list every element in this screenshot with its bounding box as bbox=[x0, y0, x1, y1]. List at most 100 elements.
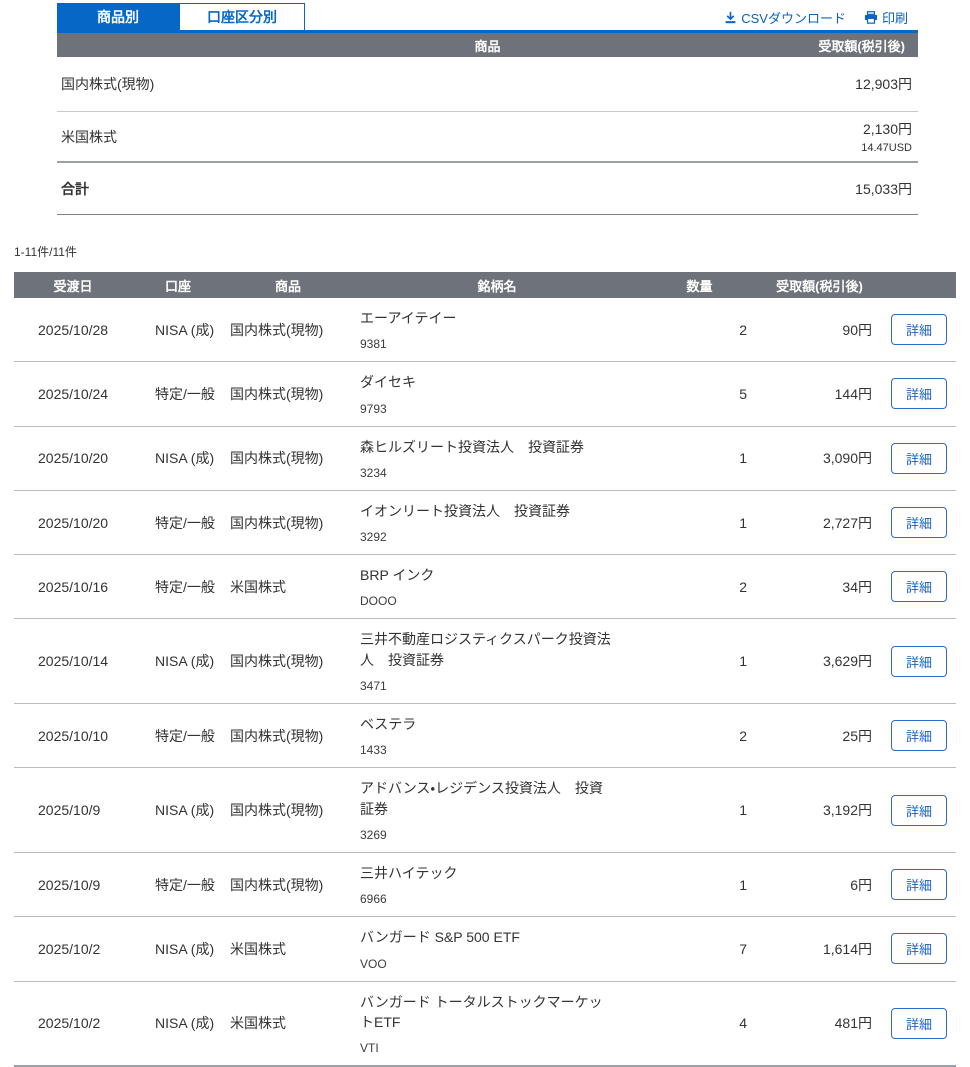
security-code: 3234 bbox=[360, 465, 387, 480]
amount-received: 144円 bbox=[757, 361, 882, 427]
security-code: VTI bbox=[360, 1041, 379, 1056]
tab-bar: 商品別 口座区分別 CSVダウンロード 印刷 bbox=[57, 3, 918, 33]
security-cell: エーアイテイー 9381 bbox=[352, 298, 642, 363]
table-header-row: 受渡日 口座 商品 銘柄名 数量 受取額(税引後) bbox=[14, 272, 956, 298]
summary-row-us: 米国株式 2,130円 14.47USD bbox=[57, 112, 918, 163]
product-type: 国内株式(現物) bbox=[224, 767, 352, 853]
header-account: 口座 bbox=[132, 272, 224, 298]
security-name: アドバンス・レジデンス投資法人 投資証券 bbox=[360, 780, 603, 817]
detail-button[interactable]: 詳細 bbox=[890, 645, 947, 677]
summary-product-name: 国内株式(現物) bbox=[61, 76, 155, 92]
summary-row-domestic: 国内株式(現物) 12,903円 bbox=[57, 57, 918, 112]
detail-button[interactable]: 詳細 bbox=[890, 720, 947, 752]
detail-cell: 詳細 bbox=[882, 298, 956, 363]
quantity: 2 bbox=[642, 703, 757, 769]
detail-button[interactable]: 詳細 bbox=[890, 933, 947, 965]
product-type: 国内株式(現物) bbox=[224, 703, 352, 769]
security-cell: 三井不動産ロジスティクスパーク投資法人 投資証券 3471 bbox=[352, 618, 642, 705]
settlement-date: 2025/10/2 bbox=[14, 916, 132, 982]
detail-button[interactable]: 詳細 bbox=[890, 378, 947, 410]
security-code: DOOO bbox=[360, 594, 397, 609]
amount-received: 90円 bbox=[757, 298, 882, 363]
security-code: 9793 bbox=[360, 401, 387, 416]
account-type: NISA (成) bbox=[132, 618, 224, 705]
summary-table-header: 商品 受取額(税引後) bbox=[57, 33, 918, 57]
detail-button[interactable]: 詳細 bbox=[890, 869, 947, 901]
table-row: 2025/10/2 NISA (成) 米国株式 バンガード S&P 500 ET… bbox=[14, 916, 956, 982]
detail-button[interactable]: 詳細 bbox=[890, 442, 947, 474]
detail-button[interactable]: 詳細 bbox=[890, 571, 947, 603]
summary-row-total: 合計 15,033円 bbox=[57, 163, 918, 215]
detail-button[interactable]: 詳細 bbox=[890, 1007, 947, 1039]
summary-product-name: 米国株式 bbox=[61, 128, 117, 145]
settlement-date: 2025/10/2 bbox=[14, 981, 132, 1067]
amount-received: 481円 bbox=[757, 981, 882, 1067]
detail-cell: 詳細 bbox=[882, 703, 956, 769]
header-settlement-date: 受渡日 bbox=[14, 272, 132, 298]
detail-cell: 詳細 bbox=[882, 618, 956, 705]
table-row: 2025/10/16 特定/一般 米国株式 BRP インク DOOO 2 34円… bbox=[14, 554, 956, 620]
detail-cell: 詳細 bbox=[882, 916, 956, 982]
security-code: 9381 bbox=[360, 337, 387, 352]
quantity: 7 bbox=[642, 916, 757, 982]
security-cell: ベステラ 1433 bbox=[352, 703, 642, 769]
settlement-date: 2025/10/10 bbox=[14, 703, 132, 769]
printer-icon bbox=[864, 11, 878, 24]
account-type: 特定/一般 bbox=[132, 703, 224, 769]
account-type: 特定/一般 bbox=[132, 361, 224, 427]
security-name: エーアイテイー bbox=[360, 310, 457, 326]
header-product: 商品 bbox=[224, 272, 352, 298]
security-code: VOO bbox=[360, 956, 387, 971]
summary-header-product: 商品 bbox=[474, 38, 501, 54]
amount-received: 25円 bbox=[757, 703, 882, 769]
settlement-date: 2025/10/28 bbox=[14, 298, 132, 363]
quantity: 1 bbox=[642, 767, 757, 853]
detail-button[interactable]: 詳細 bbox=[890, 507, 947, 539]
csv-download-link[interactable]: CSVダウンロード bbox=[724, 8, 846, 27]
dividend-history-table: 受渡日 口座 商品 銘柄名 数量 受取額(税引後) 2025/10/28 NIS… bbox=[14, 272, 956, 1067]
security-code: 3269 bbox=[360, 827, 387, 842]
security-name: バンガード トータルストックマーケットETF bbox=[360, 993, 603, 1030]
tab-by-product[interactable]: 商品別 bbox=[57, 3, 179, 30]
quantity: 1 bbox=[642, 426, 757, 491]
record-count: 1-11件/11件 bbox=[14, 245, 77, 259]
amount-received: 3,629円 bbox=[757, 618, 882, 705]
summary-amount: 12,903円 bbox=[855, 76, 912, 92]
summary-amount-stack: 2,130円 14.47USD bbox=[861, 119, 912, 154]
summary-amount: 2,130円 bbox=[862, 121, 912, 137]
account-type: NISA (成) bbox=[132, 916, 224, 982]
account-type: NISA (成) bbox=[132, 767, 224, 853]
total-amount: 15,033円 bbox=[855, 180, 912, 197]
summary-amount-usd: 14.47USD bbox=[861, 142, 912, 154]
detail-button[interactable]: 詳細 bbox=[890, 794, 947, 826]
security-cell: アドバンス・レジデンス投資法人 投資証券 3269 bbox=[352, 767, 642, 853]
account-type: NISA (成) bbox=[132, 426, 224, 491]
table-row: 2025/10/10 特定/一般 国内株式(現物) ベステラ 1433 2 25… bbox=[14, 703, 956, 769]
tab-by-account-type[interactable]: 口座区分別 bbox=[179, 3, 305, 30]
summary-panel: 商品別 口座区分別 CSVダウンロード 印刷 商品 受取額(税引後) 国内株式(… bbox=[57, 3, 918, 215]
table-row: 2025/10/28 NISA (成) 国内株式(現物) エーアイテイー 938… bbox=[14, 298, 956, 363]
settlement-date: 2025/10/9 bbox=[14, 852, 132, 918]
security-cell: BRP インク DOOO bbox=[352, 554, 642, 620]
product-type: 国内株式(現物) bbox=[224, 618, 352, 705]
summary-header-amount: 受取額(税引後) bbox=[818, 38, 905, 54]
table-row: 2025/10/14 NISA (成) 国内株式(現物) 三井不動産ロジスティク… bbox=[14, 618, 956, 705]
table-row: 2025/10/9 特定/一般 国内株式(現物) 三井ハイテック 6966 1 … bbox=[14, 852, 956, 918]
header-security-name: 銘柄名 bbox=[352, 272, 642, 298]
print-link[interactable]: 印刷 bbox=[864, 8, 908, 27]
account-type: 特定/一般 bbox=[132, 554, 224, 620]
product-type: 国内株式(現物) bbox=[224, 852, 352, 918]
security-name: バンガード S&P 500 ETF bbox=[360, 929, 520, 946]
security-name: 森ヒルズリート投資法人 投資証券 bbox=[360, 438, 584, 455]
security-cell: バンガード S&P 500 ETF VOO bbox=[352, 916, 642, 982]
product-type: 米国株式 bbox=[224, 916, 352, 982]
security-code: 1433 bbox=[360, 743, 387, 758]
amount-received: 34円 bbox=[757, 554, 882, 620]
toolbar-links: CSVダウンロード 印刷 bbox=[724, 8, 908, 27]
security-name: ベステラ bbox=[360, 716, 417, 733]
quantity: 2 bbox=[642, 298, 757, 363]
settlement-date: 2025/10/14 bbox=[14, 618, 132, 705]
table-row: 2025/10/24 特定/一般 国内株式(現物) ダイセキ 9793 5 14… bbox=[14, 361, 956, 427]
detail-button[interactable]: 詳細 bbox=[890, 314, 947, 346]
header-detail-column bbox=[882, 272, 956, 298]
